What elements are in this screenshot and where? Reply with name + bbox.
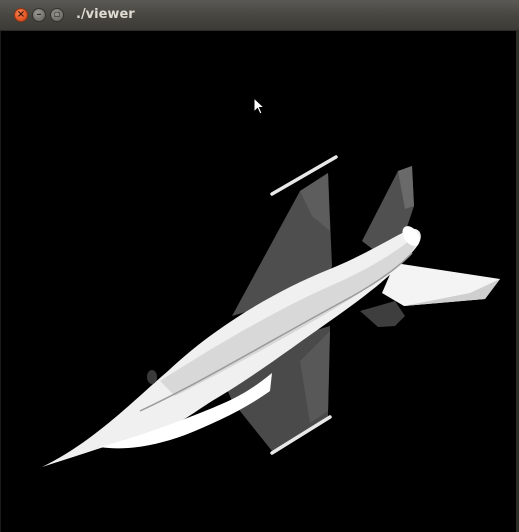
maximize-icon[interactable]: ▫ xyxy=(50,8,64,22)
window-frame-left xyxy=(0,31,1,532)
tail-underside xyxy=(360,301,405,327)
window-title: ./viewer xyxy=(76,7,135,22)
arrow-cursor-icon xyxy=(253,97,265,115)
minimize-icon[interactable]: – xyxy=(32,8,46,22)
viewer-window: × – ▫ ./viewer xyxy=(0,0,519,532)
title-bar[interactable]: × – ▫ ./viewer xyxy=(0,0,519,31)
canopy xyxy=(147,370,157,384)
close-icon[interactable]: × xyxy=(14,8,28,22)
